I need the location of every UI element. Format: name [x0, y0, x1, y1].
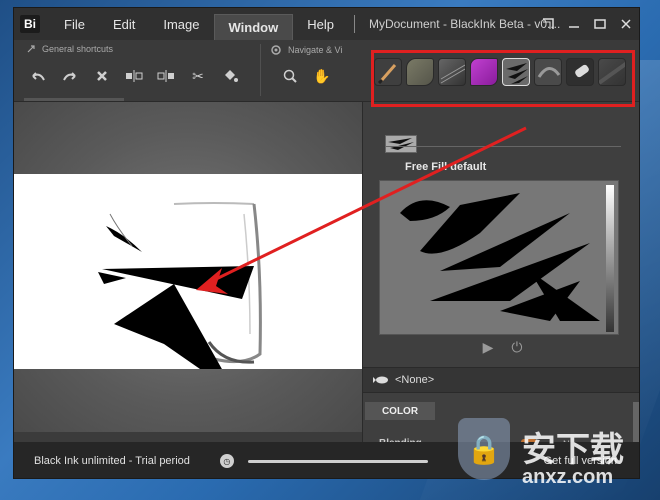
toolbar-divider [260, 44, 261, 96]
drawing-strokes [98, 202, 262, 394]
menu-help[interactable]: Help [293, 8, 348, 40]
play-icon[interactable]: ▶ [483, 339, 494, 356]
watermark-url: anxz.com [522, 466, 614, 488]
status-text: Black Ink unlimited - Trial period [34, 455, 190, 467]
menu-window[interactable]: Window [213, 14, 294, 40]
app-logo: Bi [20, 15, 40, 33]
toolbar-scroll-indicator [24, 98, 124, 101]
brush-preview [379, 180, 619, 335]
power-icon[interactable]: ⏻ [511, 339, 522, 356]
minimize-icon[interactable] [561, 8, 587, 40]
navigate-group: Navigate & Vi [270, 44, 342, 56]
brush-preview-strokes [400, 193, 600, 321]
redo-icon[interactable] [54, 64, 86, 88]
brush-thumbnail[interactable] [385, 135, 417, 153]
paint-bucket-icon[interactable] [214, 64, 246, 88]
general-shortcuts-group: General shortcuts [26, 44, 113, 54]
general-shortcuts-label: General shortcuts [42, 44, 114, 54]
preview-controls: ▶ ⏻ [363, 339, 639, 356]
close-icon[interactable] [613, 8, 639, 40]
menu-separator [353, 15, 355, 33]
window-controls [535, 8, 639, 40]
maximize-icon[interactable] [587, 8, 613, 40]
snap-icon[interactable] [535, 8, 561, 40]
menu-image[interactable]: Image [149, 8, 213, 40]
tab-color[interactable]: COLOR [365, 402, 435, 420]
navigate-icons: ✋ [274, 64, 338, 88]
drawing-paper[interactable] [14, 174, 362, 394]
preset-title: Free Fill default [405, 161, 487, 173]
pressure-gradient-bar[interactable] [606, 185, 614, 332]
menu-file[interactable]: File [50, 8, 99, 40]
general-shortcuts-icons: ✂ [22, 64, 246, 88]
flip-vertical-icon[interactable] [150, 64, 182, 88]
shield-icon: 🔒 [458, 418, 510, 480]
title-bar: Bi File Edit Image Window Help MyDocumen… [14, 8, 639, 40]
zoom-icon[interactable] [274, 64, 306, 88]
pin-icon [27, 45, 35, 53]
drawing-canvas-area[interactable] [14, 102, 362, 432]
delete-icon[interactable] [86, 64, 118, 88]
panel-separator [385, 146, 621, 147]
trial-slider[interactable] [247, 459, 428, 463]
undo-icon[interactable] [22, 64, 54, 88]
watermark: 🔒 安下载 anxz.com [458, 418, 658, 496]
watermark-cn: 安下载 [522, 431, 624, 469]
navigate-label: Navigate & Vi [288, 45, 343, 55]
flip-horizontal-icon[interactable] [118, 64, 150, 88]
hand-pan-icon[interactable]: ✋ [306, 64, 338, 88]
fish-icon [373, 376, 388, 384]
scissors-icon[interactable]: ✂ [182, 64, 214, 88]
brush-source-label: <None> [395, 374, 435, 386]
highlight-box [371, 50, 635, 107]
brush-source-row[interactable]: <None> [363, 367, 639, 393]
gear-icon [271, 45, 281, 55]
menu-edit[interactable]: Edit [99, 8, 149, 40]
brush-settings-panel: Free Fill default ▶ ⏻ <None> COLOR Blend… [362, 102, 639, 449]
timer-icon: ◷ [219, 454, 234, 468]
document-title: MyDocument - BlackInk Beta - v0.... [368, 17, 561, 31]
